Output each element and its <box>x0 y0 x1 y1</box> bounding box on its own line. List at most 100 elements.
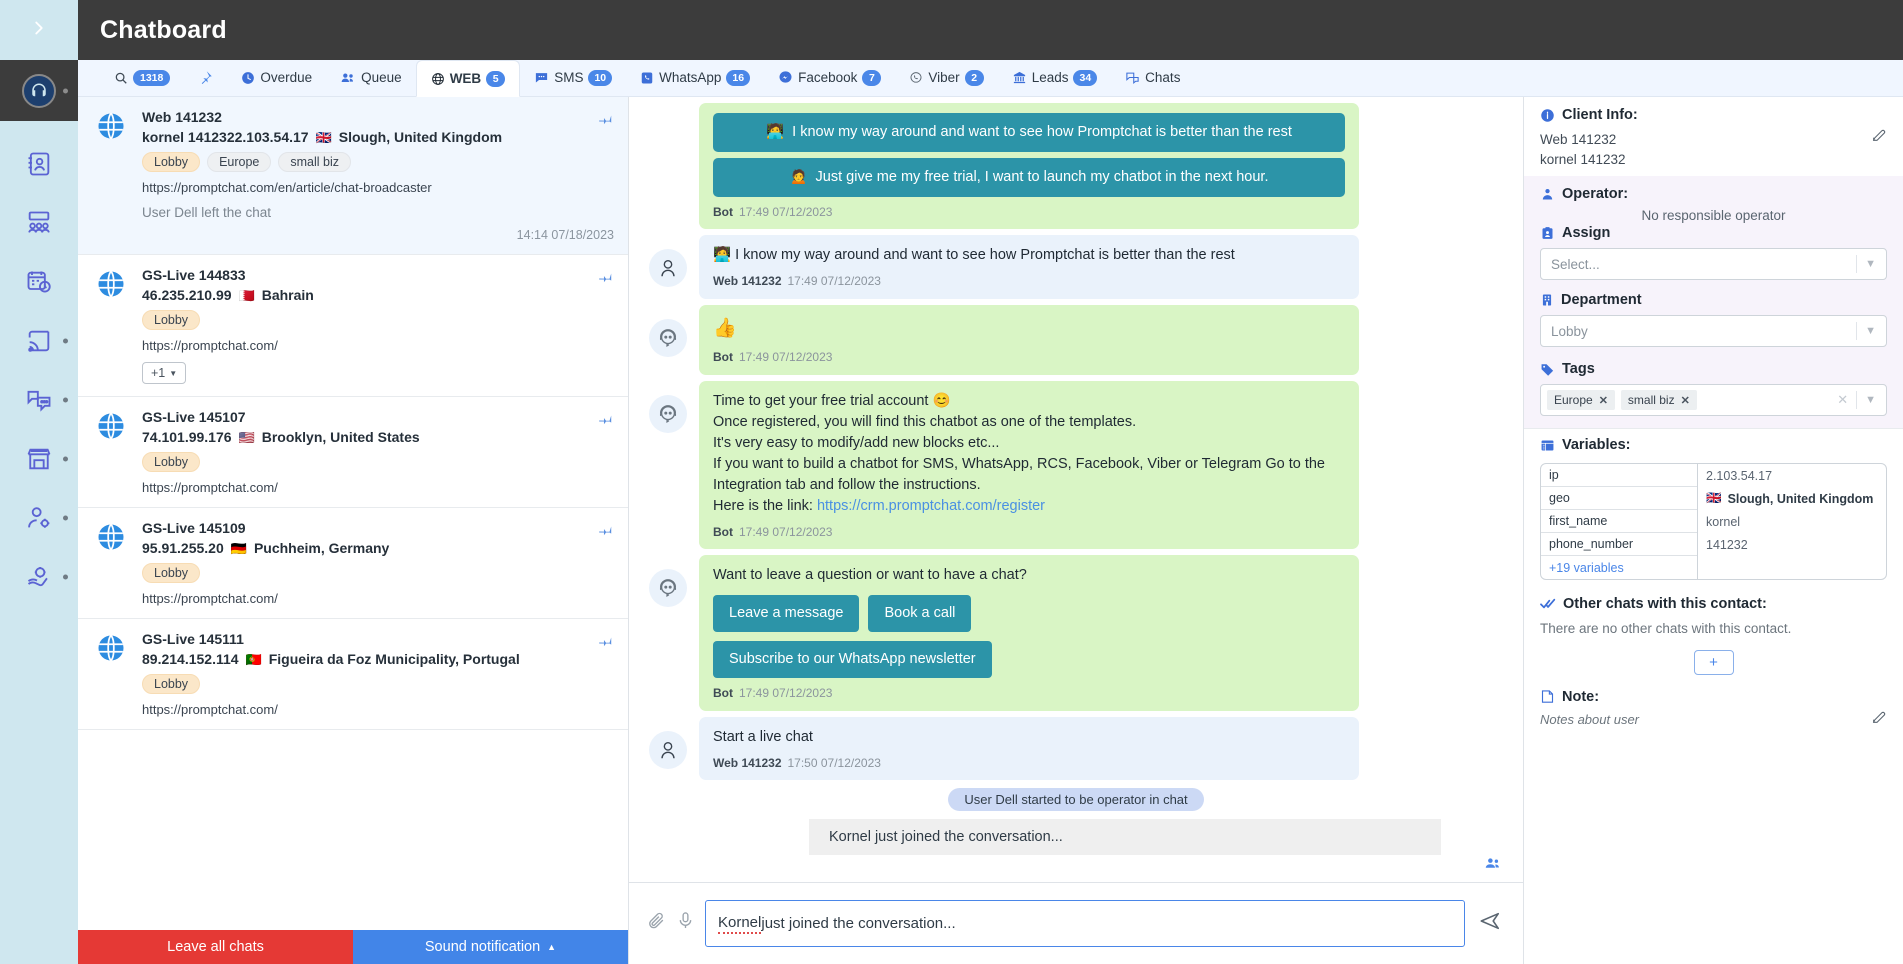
chat-item-content: GS-Live 145107 74.101.99.176 🇺🇸 Brooklyn… <box>142 409 614 495</box>
tab-overdue[interactable]: Overdue <box>227 59 326 96</box>
sidebar-item-service-settings[interactable] <box>0 556 78 597</box>
tag-chip[interactable]: Lobby <box>142 152 201 172</box>
conversation-panel: 🧑‍💻 I know my way around and want to see… <box>629 97 1523 964</box>
sidebar-item-schedule[interactable] <box>0 261 78 302</box>
sidebar-item-chats[interactable] <box>0 379 78 420</box>
chat-item-tags: Lobby <box>142 452 614 472</box>
chat-item-url[interactable]: https://promptchat.com/en/article/chat-b… <box>142 180 614 195</box>
chevron-down-icon[interactable]: ▼ <box>1865 394 1884 406</box>
add-chat-button[interactable]: + <box>1693 649 1734 675</box>
message-input-spellcheck-word: Kornel <box>718 914 762 934</box>
subscribe-whatsapp-newsletter-button[interactable]: Subscribe to our WhatsApp newsletter <box>713 641 992 679</box>
chat-list-item[interactable]: Web 141232 kornel 1412322.103.54.17 🇬🇧 S… <box>78 97 628 255</box>
tag-chip-europe[interactable]: Europe ✕ <box>1547 390 1615 411</box>
send-button[interactable] <box>1475 910 1505 938</box>
messenger-icon <box>778 70 793 85</box>
tag-chip[interactable]: small biz <box>278 152 351 172</box>
tags-select[interactable]: Europe ✕ small biz ✕ ✕ ▼ <box>1540 384 1887 417</box>
message-author: Bot <box>713 205 733 220</box>
tags-title: Tags <box>1562 361 1595 378</box>
variable-value: 141232 <box>1706 537 1748 552</box>
app-logo[interactable] <box>0 60 78 121</box>
tab-facebook[interactable]: Facebook 7 <box>764 59 895 96</box>
tab-label: Leads <box>1031 70 1069 85</box>
department-select[interactable]: Lobby ▼ <box>1540 315 1887 348</box>
sidebar-item-user-settings[interactable] <box>0 497 78 538</box>
client-name: Web 141232 <box>1540 132 1617 147</box>
chat-item-tags: Lobby <box>142 674 614 694</box>
client-info-panel: Client Info: Web 141232 kornel 141232 Op… <box>1523 97 1903 964</box>
contacts-icon <box>28 152 50 175</box>
sidebar-item-contacts[interactable] <box>0 143 78 184</box>
tab-leads[interactable]: Leads 34 <box>998 59 1111 96</box>
globe-icon <box>96 109 130 242</box>
client-handle: kornel 141232 <box>1540 151 1626 167</box>
tab-web[interactable]: WEB 5 <box>415 60 521 97</box>
edit-note-icon[interactable] <box>1871 709 1887 729</box>
clear-tags-icon[interactable]: ✕ <box>1837 392 1848 408</box>
tag-chip[interactable]: Europe <box>207 152 272 172</box>
assign-select[interactable]: Select... ▼ <box>1540 248 1887 281</box>
chevron-down-icon[interactable]: ▼ <box>1865 325 1884 337</box>
chat-item-url[interactable]: https://promptchat.com/ <box>142 702 614 717</box>
register-link[interactable]: https://crm.promptchat.com/register <box>817 498 1045 514</box>
avatar-spacer <box>649 117 687 155</box>
more-variables-link[interactable]: +19 variables <box>1541 556 1697 579</box>
attach-icon[interactable] <box>647 911 666 936</box>
message-scroll[interactable]: 🧑‍💻 I know my way around and want to see… <box>629 97 1523 882</box>
message-text-line: Time to get your free trial account 😊 <box>713 392 951 409</box>
sidebar-item-team[interactable] <box>0 202 78 243</box>
chevron-down-icon[interactable]: ▼ <box>1865 258 1884 270</box>
other-chats-title: Other chats with this contact: <box>1563 596 1767 613</box>
double-check-icon <box>1540 596 1556 612</box>
tab-search[interactable]: 1318 <box>100 59 184 96</box>
person-icon <box>661 260 675 277</box>
rail-expand-button[interactable] <box>0 0 78 60</box>
tag-chip-small-biz[interactable]: small biz ✕ <box>1620 390 1697 411</box>
chat-list-scroll[interactable]: Web 141232 kornel 1412322.103.54.17 🇬🇧 S… <box>78 97 628 930</box>
client-info-title: Client Info: <box>1562 107 1638 123</box>
status-dot <box>63 515 68 520</box>
chat-list-item[interactable]: GS-Live 145107 74.101.99.176 🇺🇸 Brooklyn… <box>78 397 628 508</box>
variable-value-geo: 🇬🇧 Slough, United Kingdom <box>1698 487 1886 510</box>
chat-item-url[interactable]: https://promptchat.com/ <box>142 591 614 606</box>
message-input[interactable]: Kornel just joined the conversation... <box>705 900 1465 947</box>
tag-chip[interactable]: Lobby <box>142 674 201 694</box>
leave-a-message-button[interactable]: Leave a message <box>713 595 860 633</box>
info-icon <box>1540 108 1555 123</box>
tab-viber[interactable]: Viber 2 <box>895 59 997 96</box>
chat-item-url[interactable]: https://promptchat.com/ <box>142 480 614 495</box>
sidebar-item-broadcast[interactable] <box>0 320 78 361</box>
variables-values-column: 2.103.54.17 🇬🇧 Slough, United Kingdom ko… <box>1698 464 1886 579</box>
tab-queue[interactable]: Queue <box>326 59 416 96</box>
tag-chip[interactable]: Lobby <box>142 310 201 330</box>
tab-whatsapp[interactable]: WhatsApp 16 <box>626 59 764 96</box>
chat-item-meta: 74.101.99.176 🇺🇸 Brooklyn, United States <box>142 429 614 445</box>
message-time: 17:49 07/12/2023 <box>739 350 833 365</box>
message-text: Start a live chat <box>713 728 813 745</box>
remove-tag-icon[interactable]: ✕ <box>1599 394 1608 407</box>
chevron-right-icon[interactable] <box>28 17 50 43</box>
more-tags-button[interactable]: +1 ▼ <box>142 362 187 384</box>
chat-list-item[interactable]: GS-Live 145111 89.214.152.114 🇵🇹 Figueir… <box>78 619 628 730</box>
sidebar-item-store[interactable] <box>0 438 78 479</box>
microphone-icon[interactable] <box>676 911 695 936</box>
sound-notification-button[interactable]: Sound notification ▲ <box>353 930 628 964</box>
chat-item-url[interactable]: https://promptchat.com/ <box>142 338 614 353</box>
chat-list-item[interactable]: GS-Live 145109 95.91.255.20 🇩🇪 Puchheim,… <box>78 508 628 619</box>
tab-sms[interactable]: SMS 10 <box>520 59 626 96</box>
tab-pinned[interactable] <box>184 59 227 96</box>
tab-chats[interactable]: Chats <box>1111 59 1194 96</box>
remove-tag-icon[interactable]: ✕ <box>1681 394 1690 407</box>
variable-key: phone_number <box>1541 533 1697 557</box>
edit-client-icon[interactable] <box>1871 127 1887 147</box>
chat-list-item[interactable]: GS-Live 144833 46.235.210.99 🇧🇭 Bahrain … <box>78 255 628 397</box>
tag-chip[interactable]: Lobby <box>142 452 201 472</box>
more-tags-label: +1 <box>151 366 166 380</box>
book-a-call-button[interactable]: Book a call <box>868 595 972 633</box>
participants-icon[interactable] <box>1484 855 1501 877</box>
chat-item-location: Brooklyn, United States <box>261 429 420 445</box>
variable-key: geo <box>1541 487 1697 511</box>
leave-all-chats-button[interactable]: Leave all chats <box>78 930 353 964</box>
tag-chip[interactable]: Lobby <box>142 563 201 583</box>
